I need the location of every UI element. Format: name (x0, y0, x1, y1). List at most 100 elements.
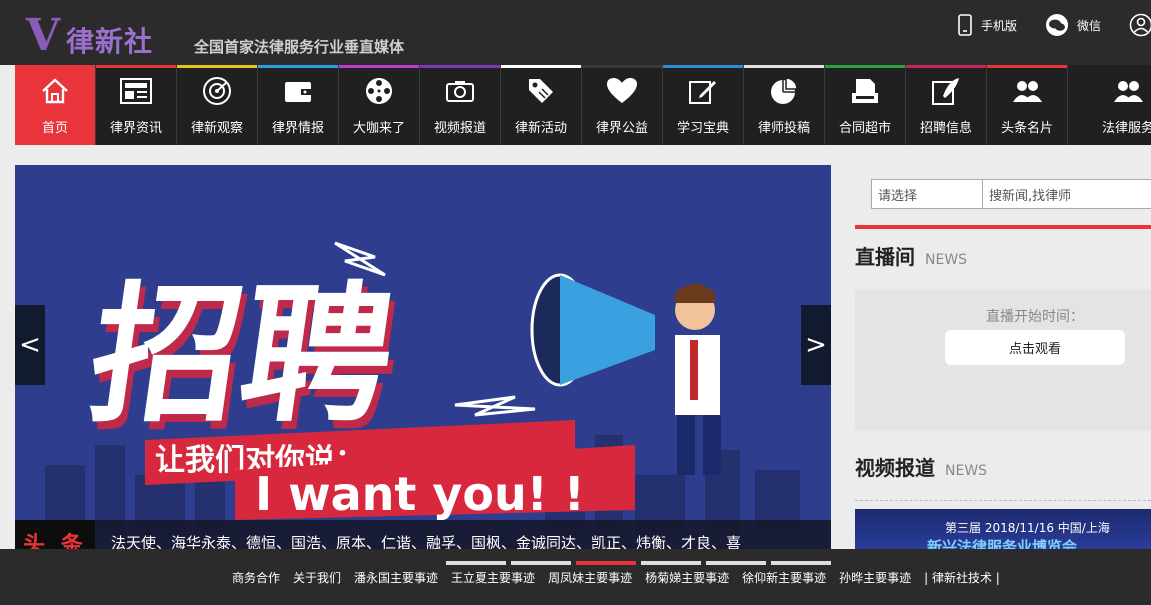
nav-item-accent-bar (501, 65, 581, 68)
nav-item-accent-bar (420, 65, 500, 68)
search-input[interactable]: 搜新闻,找律师 (983, 179, 1151, 209)
film-reel-icon (363, 75, 395, 107)
document-icon (849, 75, 881, 107)
nav-item-1[interactable]: 律界资讯 (96, 65, 177, 145)
carousel-dot[interactable] (706, 561, 766, 565)
carousel-dot-active[interactable] (576, 561, 636, 565)
nav-item-label: 律界资讯 (109, 121, 162, 136)
nav-item-label: 头条名片 (1000, 121, 1053, 136)
nav-item-2[interactable]: 律新观察 (177, 65, 258, 145)
home-icon (39, 75, 71, 107)
carousel-next-button[interactable]: > (801, 305, 831, 385)
user-icon (1129, 13, 1151, 37)
nav-item-5[interactable]: 视频报道 (420, 65, 501, 145)
radar-icon (201, 75, 233, 107)
live-section-header: 直播间 NEWS (855, 241, 967, 270)
nav-item-13[interactable]: 法律服务 (1088, 65, 1151, 145)
nav-item-accent-bar (744, 65, 824, 68)
top-links: 手机版 微信 (957, 10, 1151, 40)
nav-item-accent-bar (258, 65, 338, 68)
nav-item-label: 律界公益 (595, 121, 648, 136)
banner-title: 招聘 (80, 268, 405, 443)
banner-carousel[interactable]: 招聘 招聘 让我们对你说： I want you! ! < > 头 条 法天使、… (15, 165, 831, 565)
nav-item-6[interactable]: 律新活动 (501, 65, 582, 145)
category-select[interactable]: 请选择 (871, 179, 983, 209)
user-login-link[interactable] (1129, 13, 1151, 37)
section-divider (855, 225, 1151, 229)
video-thumbnail[interactable]: 第三届 2018/11/16 中国/上海 新兴法律服务业博览会 (855, 509, 1151, 549)
logo-v-mark: V (26, 10, 61, 61)
heart-icon (606, 75, 638, 107)
nav-item-7[interactable]: 律界公益 (582, 65, 663, 145)
mobile-version-label: 手机版 (980, 18, 1017, 33)
footer-link[interactable]: | 律新社技术 | (924, 569, 1000, 586)
nav-item-accent-bar (906, 65, 986, 68)
carousel-dot[interactable] (641, 561, 701, 565)
mobile-icon (958, 14, 972, 36)
video-section-news-label: NEWS (945, 463, 988, 479)
footer-link[interactable]: 徐仰新主要事迹 (742, 569, 826, 586)
dashed-divider (855, 500, 1151, 501)
nav-item-accent-bar (582, 65, 662, 68)
footer-link[interactable]: 周凤妹主要事迹 (548, 569, 632, 586)
tag-icon (525, 75, 557, 107)
nav-item-label: 学习宝典 (676, 121, 729, 136)
carousel-prev-button[interactable]: < (15, 305, 45, 385)
live-box: 直播开始时间： 点击观看 (855, 290, 1151, 430)
page-footer: 商务合作 关于我们 潘永国主要事迹 王立夏主要事迹 周凤妹主要事迹 杨菊娣主要事迹 徐仰新主… (0, 549, 1151, 605)
nav-item-12[interactable]: 头条名片 (987, 65, 1068, 145)
nav-item-11[interactable]: 招聘信息 (906, 65, 987, 145)
nav-item-label: 律新活动 (514, 121, 567, 136)
logo-text: 律新社 (66, 25, 154, 58)
nav-item-8[interactable]: 学习宝典 (663, 65, 744, 145)
nav-item-4[interactable]: 大咖来了 (339, 65, 420, 145)
nav-item-label: 视频报道 (433, 121, 486, 136)
news-icon (120, 75, 152, 107)
video-thumb-title: 新兴法律服务业博览会 (927, 538, 1078, 549)
footer-link[interactable]: 杨菊娣主要事迹 (645, 569, 729, 586)
live-section-title: 直播间 (855, 245, 915, 269)
nav-item-accent-bar (96, 65, 176, 68)
carousel-dot[interactable] (771, 561, 831, 565)
footer-link[interactable]: 商务合作 (232, 569, 280, 586)
pen-note-icon (687, 75, 719, 107)
nav-item-10[interactable]: 合同超市 (825, 65, 906, 145)
wechat-link[interactable]: 微信 (1045, 14, 1101, 36)
users-icon (1011, 75, 1043, 107)
pie-chart-icon (768, 75, 800, 107)
feather-icon (930, 75, 962, 107)
nav-item-9[interactable]: 律师投稿 (744, 65, 825, 145)
main-nav: 首页 律界资讯 律新观察 律界情报 大咖来了 视频报道 律新活动 律界公益 学习宝典 律师投稿 合同… (15, 65, 1151, 145)
nav-item-0[interactable]: 首页 (15, 65, 96, 145)
footer-links: 商务合作 关于我们 潘永国主要事迹 王立夏主要事迹 周凤妹主要事迹 杨菊娣主要事迹 徐仰新主… (232, 569, 1013, 586)
nav-item-accent-bar (339, 65, 419, 68)
carousel-dots (446, 561, 836, 565)
footer-link[interactable]: 孙晔主要事迹 (839, 569, 911, 586)
recruitment-banner-image: 招聘 招聘 让我们对你说： I want you! ! (15, 165, 831, 565)
nav-item-accent-bar (987, 65, 1067, 68)
site-header: V 律新社 全国首家法律服务行业垂直媒体 手机版 微信 (0, 0, 1151, 65)
nav-item-label: 首页 (41, 121, 68, 136)
nav-item-label: 律新观察 (190, 121, 243, 136)
mobile-version-link[interactable]: 手机版 (957, 14, 1017, 36)
carousel-dot[interactable] (446, 561, 506, 565)
watch-button[interactable]: 点击观看 (945, 330, 1125, 365)
carousel-dot[interactable] (511, 561, 571, 565)
footer-link[interactable]: 关于我们 (293, 569, 341, 586)
nav-item-3[interactable]: 律界情报 (258, 65, 339, 145)
search-bar: 请选择 搜新闻,找律师 (871, 179, 1151, 209)
live-section-news-label: NEWS (925, 252, 968, 268)
video-thumb-caption: 第三届 2018/11/16 中国/上海 (945, 521, 1110, 535)
nav-item-label: 合同超市 (838, 121, 891, 136)
nav-item-accent-bar (825, 65, 905, 68)
site-slogan: 全国首家法律服务行业垂直媒体 (194, 38, 405, 56)
right-sidebar: 请选择 搜新闻,找律师 直播间 NEWS 直播开始时间： 点击观看 视频报道 N… (855, 165, 1151, 549)
footer-link[interactable]: 王立夏主要事迹 (451, 569, 535, 586)
users-icon (1112, 75, 1144, 107)
nav-item-label: 律师投稿 (757, 121, 810, 136)
site-logo[interactable]: V 律新社 (26, 12, 166, 60)
wallet-icon (282, 75, 314, 107)
camera-icon (444, 75, 476, 107)
footer-link[interactable]: 潘永国主要事迹 (354, 569, 438, 586)
